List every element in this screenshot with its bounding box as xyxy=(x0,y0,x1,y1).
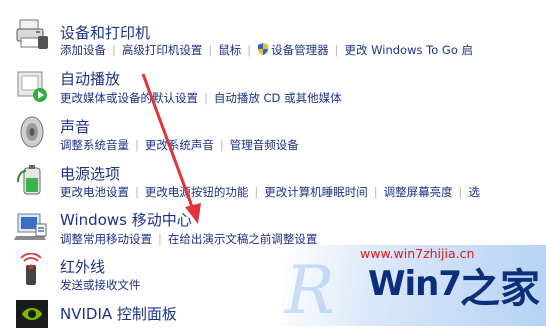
watermark-url: www.win7zhijia.cn xyxy=(360,246,475,261)
links-infrared: 发送或接收文件 xyxy=(60,277,141,293)
nvidia-icon[interactable] xyxy=(14,296,50,332)
link-device-manager[interactable]: 设备管理器 xyxy=(271,43,329,57)
links-mobility-center: 调整常用移动设置 | 在给出演示文稿之前调整设置 xyxy=(60,232,318,246)
link-adjust-volume[interactable]: 调整系统音量 xyxy=(60,138,129,152)
link-choose-truncated[interactable]: 选 xyxy=(469,185,481,199)
link-advanced-printer-setup[interactable]: 高级打印机设置 xyxy=(122,43,203,57)
printer-icon[interactable] xyxy=(14,16,50,52)
title-nvidia[interactable]: NVIDIA 控制面板 xyxy=(60,303,177,324)
link-change-power-button[interactable]: 更改电源按钮的功能 xyxy=(145,185,249,199)
link-adjust-mobility-settings[interactable]: 调整常用移动设置 xyxy=(60,232,152,246)
title-devices-printers[interactable]: 设备和打印机 xyxy=(60,22,150,43)
link-add-device[interactable]: 添加设备 xyxy=(60,43,106,57)
links-autoplay: 更改媒体或设备的默认设置 | 自动播放 CD 或其他媒体 xyxy=(60,91,342,105)
link-autoplay-cd[interactable]: 自动播放 CD 或其他媒体 xyxy=(214,91,342,105)
autoplay-icon[interactable] xyxy=(14,68,50,104)
link-change-default-media-settings[interactable]: 更改媒体或设备的默认设置 xyxy=(60,91,198,105)
watermark-r-letter: R xyxy=(285,252,335,329)
title-sound[interactable]: 声音 xyxy=(60,116,90,137)
links-sound: 调整系统音量 | 更改系统声音 | 管理音频设备 xyxy=(60,138,299,152)
title-power-options[interactable]: 电源选项 xyxy=(60,163,120,184)
watermark-logo: Win7 xyxy=(368,264,462,304)
link-change-sleep-time[interactable]: 更改计算机睡眠时间 xyxy=(264,185,368,199)
link-change-system-sounds[interactable]: 更改系统声音 xyxy=(145,138,214,152)
speaker-icon[interactable] xyxy=(14,114,50,150)
link-change-battery-settings[interactable]: 更改电池设置 xyxy=(60,185,129,199)
link-presentation-settings[interactable]: 在给出演示文稿之前调整设置 xyxy=(168,232,318,246)
link-send-receive-files[interactable]: 发送或接收文件 xyxy=(60,278,141,292)
title-mobility-center[interactable]: Windows 移动中心 xyxy=(60,209,192,230)
watermark-suffix: 之家 xyxy=(460,266,540,312)
title-infrared[interactable]: 红外线 xyxy=(60,256,105,277)
mobility-center-icon[interactable] xyxy=(14,208,50,244)
link-manage-audio-devices[interactable]: 管理音频设备 xyxy=(230,138,299,152)
uac-shield-icon xyxy=(258,43,269,55)
title-autoplay[interactable]: 自动播放 xyxy=(60,68,120,89)
link-windows-to-go[interactable]: 更改 Windows To Go 启 xyxy=(345,43,474,57)
links-power-options: 更改电池设置 | 更改电源按钮的功能 | 更改计算机睡眠时间 | 调整屏幕亮度 | 选 xyxy=(60,185,481,199)
infrared-icon[interactable] xyxy=(14,253,50,289)
link-mouse[interactable]: 鼠标 xyxy=(218,43,241,57)
link-adjust-brightness[interactable]: 调整屏幕亮度 xyxy=(384,185,453,199)
battery-icon[interactable] xyxy=(14,162,50,198)
links-devices-printers: 添加设备 | 高级打印机设置 | 鼠标 | 设备管理器 | 更改 Windows To Go 启 xyxy=(60,43,474,57)
